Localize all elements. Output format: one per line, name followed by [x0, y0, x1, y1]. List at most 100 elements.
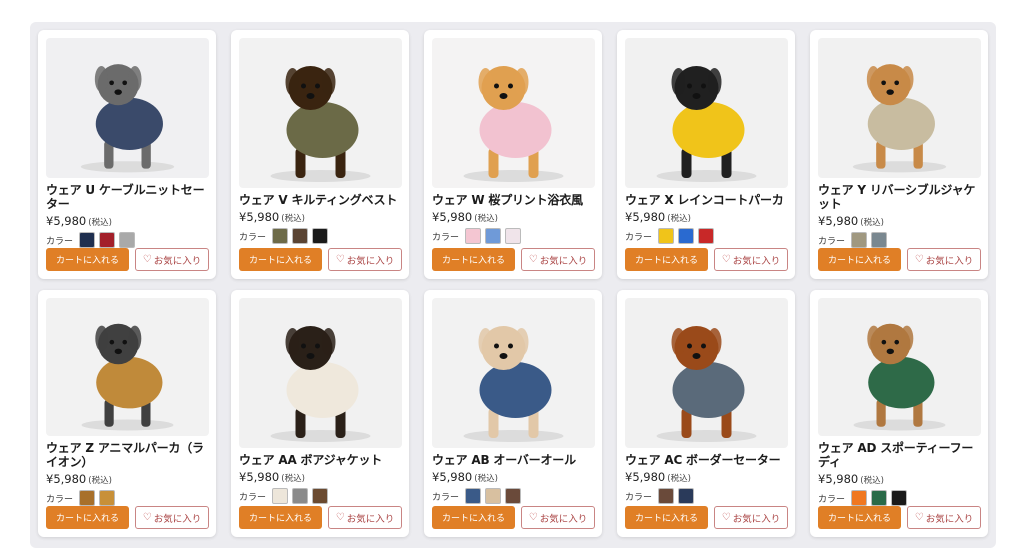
- product-image[interactable]: [239, 38, 402, 188]
- product-card: ウェア X レインコートパーカ ¥5,980 (税込) カラー カートに入れる ♡…: [617, 30, 795, 279]
- card-actions: カートに入れる ♡ お気に入り: [818, 506, 981, 529]
- product-image[interactable]: [432, 298, 595, 448]
- product-image[interactable]: [432, 38, 595, 188]
- color-swatch[interactable]: [485, 228, 502, 244]
- color-swatch[interactable]: [871, 490, 888, 506]
- favorite-button[interactable]: ♡ お気に入り: [327, 248, 402, 271]
- favorite-button[interactable]: ♡ お気に入り: [713, 506, 788, 529]
- product-name[interactable]: ウェア Z アニマルパーカ（ライオン）: [46, 441, 209, 469]
- color-swatch[interactable]: [465, 488, 482, 504]
- heart-icon: ♡: [914, 254, 924, 265]
- color-swatch[interactable]: [658, 488, 675, 504]
- color-swatch[interactable]: [79, 490, 96, 506]
- product-name[interactable]: ウェア AB オーバーオール: [432, 453, 595, 467]
- add-to-cart-button[interactable]: カートに入れる: [239, 248, 322, 271]
- favorite-button[interactable]: ♡ お気に入り: [906, 248, 981, 271]
- product-name[interactable]: ウェア X レインコートパーカ: [625, 193, 788, 207]
- color-options: カラー: [625, 488, 788, 504]
- color-swatch[interactable]: [505, 228, 522, 244]
- product-name[interactable]: ウェア W 桜プリント浴衣風: [432, 193, 595, 207]
- product-image[interactable]: [46, 38, 209, 178]
- color-label: カラー: [625, 492, 653, 503]
- favorite-button[interactable]: ♡ お気に入り: [713, 248, 788, 271]
- favorite-button[interactable]: ♡ お気に入り: [327, 506, 402, 529]
- color-swatch[interactable]: [99, 490, 116, 506]
- color-swatch[interactable]: [312, 228, 329, 244]
- product-name[interactable]: ウェア Y リバーシブルジャケット: [818, 183, 981, 211]
- color-swatch[interactable]: [119, 232, 136, 248]
- price-value: ¥5,980: [818, 472, 859, 486]
- product-image[interactable]: [46, 298, 209, 436]
- dog-illustration: [853, 323, 946, 431]
- favorite-button[interactable]: ♡ お気に入り: [134, 506, 209, 529]
- add-to-cart-button[interactable]: カートに入れる: [625, 506, 708, 529]
- product-image[interactable]: [625, 298, 788, 448]
- product-name[interactable]: ウェア AD スポーティーフーディ: [818, 441, 981, 469]
- heart-icon: ♡: [335, 254, 345, 265]
- color-swatch[interactable]: [292, 228, 309, 244]
- color-swatch[interactable]: [465, 228, 482, 244]
- product-card: ウェア W 桜プリント浴衣風 ¥5,980 (税込) カラー カートに入れる ♡ お…: [424, 30, 602, 279]
- product-price: ¥5,980 (税込): [818, 214, 981, 228]
- color-swatch[interactable]: [851, 232, 868, 248]
- product-card: ウェア U ケーブルニットセーター ¥5,980 (税込) カラー カートに入れる…: [38, 30, 216, 279]
- tax-label: (税込): [88, 218, 112, 228]
- color-swatch[interactable]: [99, 232, 116, 248]
- color-swatch[interactable]: [312, 488, 329, 504]
- dog-illustration: [463, 326, 564, 442]
- favorite-button[interactable]: ♡ お気に入り: [520, 506, 595, 529]
- add-to-cart-button[interactable]: カートに入れる: [432, 506, 515, 529]
- product-name[interactable]: ウェア U ケーブルニットセーター: [46, 183, 209, 211]
- add-to-cart-button[interactable]: カートに入れる: [818, 248, 901, 271]
- product-price: ¥5,980 (税込): [239, 470, 402, 484]
- product-price: ¥5,980 (税込): [239, 210, 402, 224]
- favorite-button[interactable]: ♡ お気に入り: [906, 506, 981, 529]
- dog-illustration: [656, 326, 757, 442]
- color-swatch[interactable]: [851, 490, 868, 506]
- add-to-cart-button[interactable]: カートに入れる: [239, 506, 322, 529]
- color-swatch[interactable]: [678, 488, 695, 504]
- color-swatch[interactable]: [871, 232, 888, 248]
- product-name[interactable]: ウェア AA ボアジャケット: [239, 453, 402, 467]
- color-swatch[interactable]: [678, 228, 695, 244]
- color-swatch[interactable]: [891, 490, 908, 506]
- color-swatch[interactable]: [505, 488, 522, 504]
- product-name[interactable]: ウェア AC ボーダーセーター: [625, 453, 788, 467]
- product-card: ウェア AB オーバーオール ¥5,980 (税込) カラー カートに入れる ♡ お…: [424, 290, 602, 537]
- tax-label: (税込): [667, 214, 691, 224]
- product-image[interactable]: [818, 298, 981, 436]
- add-to-cart-button[interactable]: カートに入れる: [432, 248, 515, 271]
- color-swatch[interactable]: [272, 488, 289, 504]
- color-swatch[interactable]: [485, 488, 502, 504]
- product-card: ウェア AD スポーティーフーディ ¥5,980 (税込) カラー カートに入れる…: [810, 290, 988, 537]
- color-swatch[interactable]: [292, 488, 309, 504]
- product-price: ¥5,980 (税込): [432, 210, 595, 224]
- favorite-button[interactable]: ♡ お気に入り: [520, 248, 595, 271]
- product-image[interactable]: [818, 38, 981, 178]
- product-cell: ウェア AB オーバーオール ¥5,980 (税込) カラー カートに入れる ♡ お…: [424, 290, 602, 537]
- product-name[interactable]: ウェア V キルティングベスト: [239, 193, 402, 207]
- card-actions: カートに入れる ♡ お気に入り: [818, 248, 981, 271]
- price-value: ¥5,980: [625, 210, 666, 224]
- tax-label: (税込): [281, 214, 305, 224]
- favorite-button[interactable]: ♡ お気に入り: [134, 248, 209, 271]
- add-to-cart-button[interactable]: カートに入れる: [625, 248, 708, 271]
- add-to-cart-button[interactable]: カートに入れる: [46, 506, 129, 529]
- tax-label: (税込): [860, 476, 884, 486]
- product-image[interactable]: [625, 38, 788, 188]
- color-label: カラー: [432, 492, 460, 503]
- color-label: カラー: [46, 494, 74, 505]
- product-price: ¥5,980 (税込): [818, 472, 981, 486]
- color-swatch[interactable]: [272, 228, 289, 244]
- color-swatch[interactable]: [79, 232, 96, 248]
- product-image[interactable]: [239, 298, 402, 448]
- product-price: ¥5,980 (税込): [46, 472, 209, 486]
- color-swatch[interactable]: [698, 228, 715, 244]
- color-options: カラー: [818, 490, 981, 506]
- tax-label: (税込): [281, 474, 305, 484]
- add-to-cart-button[interactable]: カートに入れる: [46, 248, 129, 271]
- add-to-cart-button[interactable]: カートに入れる: [818, 506, 901, 529]
- product-cell: ウェア U ケーブルニットセーター ¥5,980 (税込) カラー カートに入れる…: [38, 30, 216, 279]
- color-swatch[interactable]: [658, 228, 675, 244]
- dog-illustration: [852, 64, 947, 173]
